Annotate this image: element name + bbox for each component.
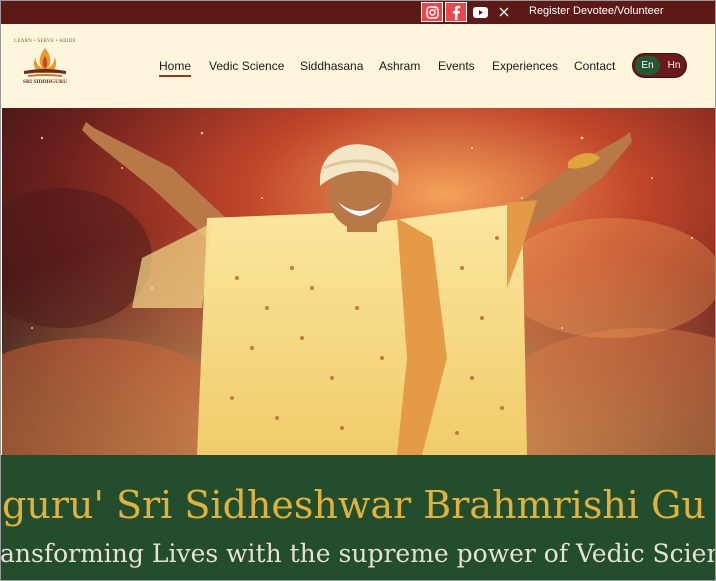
lang-hn-button[interactable]: Hn [662, 56, 686, 75]
site-header: LEARN • SERVE • ABIDE SRI SIDDHGURU Home… [0, 24, 716, 108]
nav-ashram[interactable]: Ashram [379, 59, 420, 73]
nav-contact[interactable]: Contact [574, 59, 615, 73]
logo-name: SRI SIDDHGURU [22, 79, 68, 85]
nav-siddhasana[interactable]: Siddhasana [300, 59, 363, 73]
instagram-icon[interactable] [421, 2, 443, 22]
nav-vedic-science[interactable]: Vedic Science [209, 59, 284, 73]
logo-tagline: LEARN • SERVE • ABIDE [14, 39, 76, 44]
logo[interactable]: LEARN • SERVE • ABIDE SRI SIDDHGURU [14, 39, 76, 97]
facebook-icon[interactable] [445, 2, 467, 22]
banner-title: guru' Sri Sidheshwar Brahmrishi Gu [2, 483, 706, 527]
lang-en-button[interactable]: En [635, 56, 660, 75]
hero-banner: guru' Sri Sidheshwar Brahmrishi Gu ansfo… [0, 455, 716, 581]
nav-events[interactable]: Events [438, 59, 475, 73]
hero-image [2, 108, 716, 455]
top-bar: Register Devotee/Volunteer [0, 0, 716, 24]
youtube-icon[interactable] [471, 2, 489, 22]
nav-home[interactable]: Home [159, 59, 192, 77]
logo-flame-icon [24, 48, 66, 77]
banner-subtitle: ansforming Lives with the supreme power … [0, 539, 716, 568]
register-link[interactable]: Register Devotee/Volunteer [529, 5, 664, 17]
x-icon[interactable] [496, 2, 512, 22]
language-toggle[interactable]: En Hn [632, 53, 687, 78]
nav-experiences[interactable]: Experiences [492, 59, 558, 73]
